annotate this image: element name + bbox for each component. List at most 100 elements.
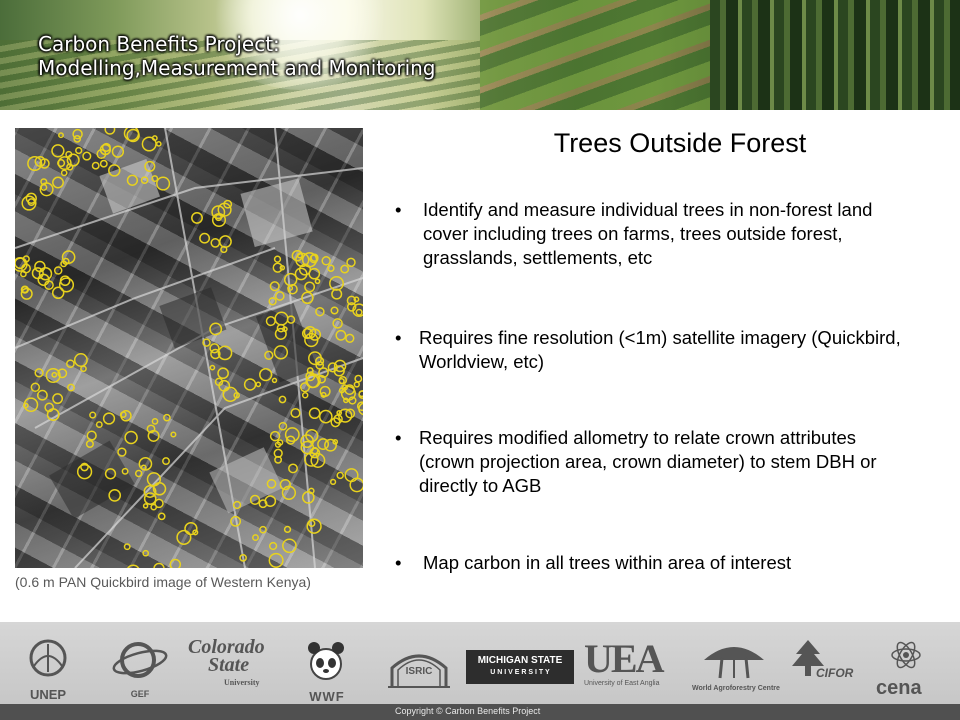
tree-crown-marker	[151, 135, 158, 142]
tree-crown-marker	[86, 430, 97, 441]
msu-label: MICHIGAN STATE	[477, 655, 563, 666]
field-patches	[49, 158, 318, 519]
tree-crown-marker	[299, 382, 311, 393]
world-agroforestry-logo: World Agroforestry Centre	[692, 638, 780, 698]
tree-crown-marker	[243, 378, 257, 391]
tree-crown-marker	[75, 146, 83, 155]
tree-crown-marker	[274, 291, 285, 301]
tree-crown-marker	[66, 359, 75, 369]
bullet-marker: •	[395, 327, 402, 348]
tree-crown-marker	[320, 391, 327, 398]
tree-detection-overlay	[15, 128, 363, 568]
colorado-state-logo: Colorado State University	[188, 637, 278, 698]
wwf-logo: WWF	[302, 638, 352, 704]
tree-crown-marker	[314, 278, 321, 285]
tree-crown-marker	[142, 503, 149, 509]
cifor-logo: CIFOR	[788, 638, 856, 698]
tree-crown-marker	[329, 478, 337, 486]
tree-crown-marker	[210, 238, 221, 248]
banner-forest	[710, 0, 960, 110]
tree-crown-marker	[209, 364, 216, 371]
tree-crown-marker	[308, 267, 321, 280]
slide-title: Trees Outside Forest	[553, 128, 807, 158]
tree-crown-marker	[176, 529, 192, 545]
tree-crown-marker	[51, 286, 65, 300]
cena-logo: cena	[876, 638, 946, 699]
tree-crown-marker	[52, 393, 64, 405]
tree-crown-marker	[123, 543, 131, 551]
bullet-text: Identify and measure individual trees in…	[423, 199, 873, 268]
tree-crown-marker	[284, 427, 300, 443]
tree-crown-marker	[344, 468, 359, 483]
wwf-label: WWF	[309, 689, 345, 704]
tree-crown-marker	[184, 521, 198, 536]
tree-crown-marker	[104, 128, 116, 135]
tree-crown-marker	[268, 297, 277, 306]
tree-crown-marker	[60, 169, 68, 177]
tree-crown-marker	[53, 266, 63, 275]
bullet-marker: •	[395, 552, 402, 573]
satellite-image	[15, 128, 363, 568]
tree-crown-marker	[330, 306, 339, 315]
tree-crown-marker	[34, 368, 44, 378]
tree-crown-marker	[36, 389, 48, 401]
university-label: University	[224, 678, 260, 687]
bullet-item: • Identify and measure individual trees …	[395, 198, 915, 270]
tree-crown-marker	[349, 477, 363, 493]
tree-crown-marker	[156, 176, 171, 191]
tree-crown-marker	[273, 255, 282, 263]
tree-crown-marker	[143, 492, 157, 505]
tree-crown-marker	[255, 381, 262, 388]
copyright-text: Copyright © Carbon Benefits Project	[395, 706, 541, 716]
tree-crown-marker	[58, 132, 64, 139]
tree-crown-marker	[354, 374, 363, 383]
tree-crown-marker	[268, 541, 278, 551]
partner-logos: UNEP GEF Colorado State University WWF I…	[0, 632, 960, 710]
tree-crown-marker	[217, 367, 229, 380]
tree-crown-marker	[73, 353, 88, 367]
banner-fields	[480, 0, 710, 110]
tree-crown-marker	[38, 266, 53, 281]
tree-crown-marker	[329, 275, 344, 291]
tree-crown-marker	[134, 469, 143, 478]
bullet-marker: •	[395, 199, 402, 220]
tree-crown-marker	[271, 377, 278, 384]
tree-crown-marker	[124, 430, 138, 445]
tree-crown-marker	[51, 371, 58, 378]
tree-crown-marker	[358, 390, 363, 398]
tree-crown-marker	[345, 333, 355, 343]
tree-crown-marker	[259, 367, 273, 382]
michigan-state-logo: MICHIGAN STATE U N I V E R S I T Y	[466, 650, 574, 684]
isric-logo: ISRIC	[388, 646, 450, 706]
tree-crown-marker	[315, 306, 325, 317]
tree-crown-marker	[127, 564, 140, 568]
tree-crown-marker	[67, 383, 75, 392]
bullet-text: Map carbon in all trees within area of i…	[423, 552, 792, 573]
tree-crown-marker	[336, 471, 344, 480]
tree-crown-marker	[268, 552, 284, 568]
tree-crown-marker	[170, 431, 177, 438]
tree-crown-marker	[141, 136, 157, 152]
tree-crown-marker	[91, 161, 100, 170]
cifor-label: CIFOR	[816, 666, 854, 680]
tree-crown-marker	[23, 402, 29, 409]
tree-crown-marker	[296, 252, 303, 259]
tree-crown-marker	[191, 211, 203, 224]
bullet-text: Requires fine resolution (<1m) satellite…	[419, 327, 901, 372]
tree-crown-marker	[290, 407, 301, 419]
tree-crown-marker	[346, 257, 356, 268]
gef-label: GEF	[130, 689, 150, 699]
tree-crown-marker	[340, 264, 350, 274]
tree-crown-marker	[318, 409, 333, 424]
tree-crown-marker	[95, 421, 103, 429]
tree-crown-marker	[327, 264, 335, 272]
uea-label: UEA	[584, 636, 664, 681]
panda-icon	[308, 642, 344, 680]
msu-university-label: U N I V E R S I T Y	[490, 669, 550, 676]
tree-crown-marker	[117, 447, 127, 457]
tree-crown-marker	[282, 538, 297, 554]
bullet-item: • Map carbon in all trees within area of…	[395, 551, 915, 575]
tree-crown-marker	[85, 439, 94, 449]
icraf-label: World Agroforestry Centre	[692, 685, 780, 692]
tree-crown-marker	[252, 534, 259, 542]
